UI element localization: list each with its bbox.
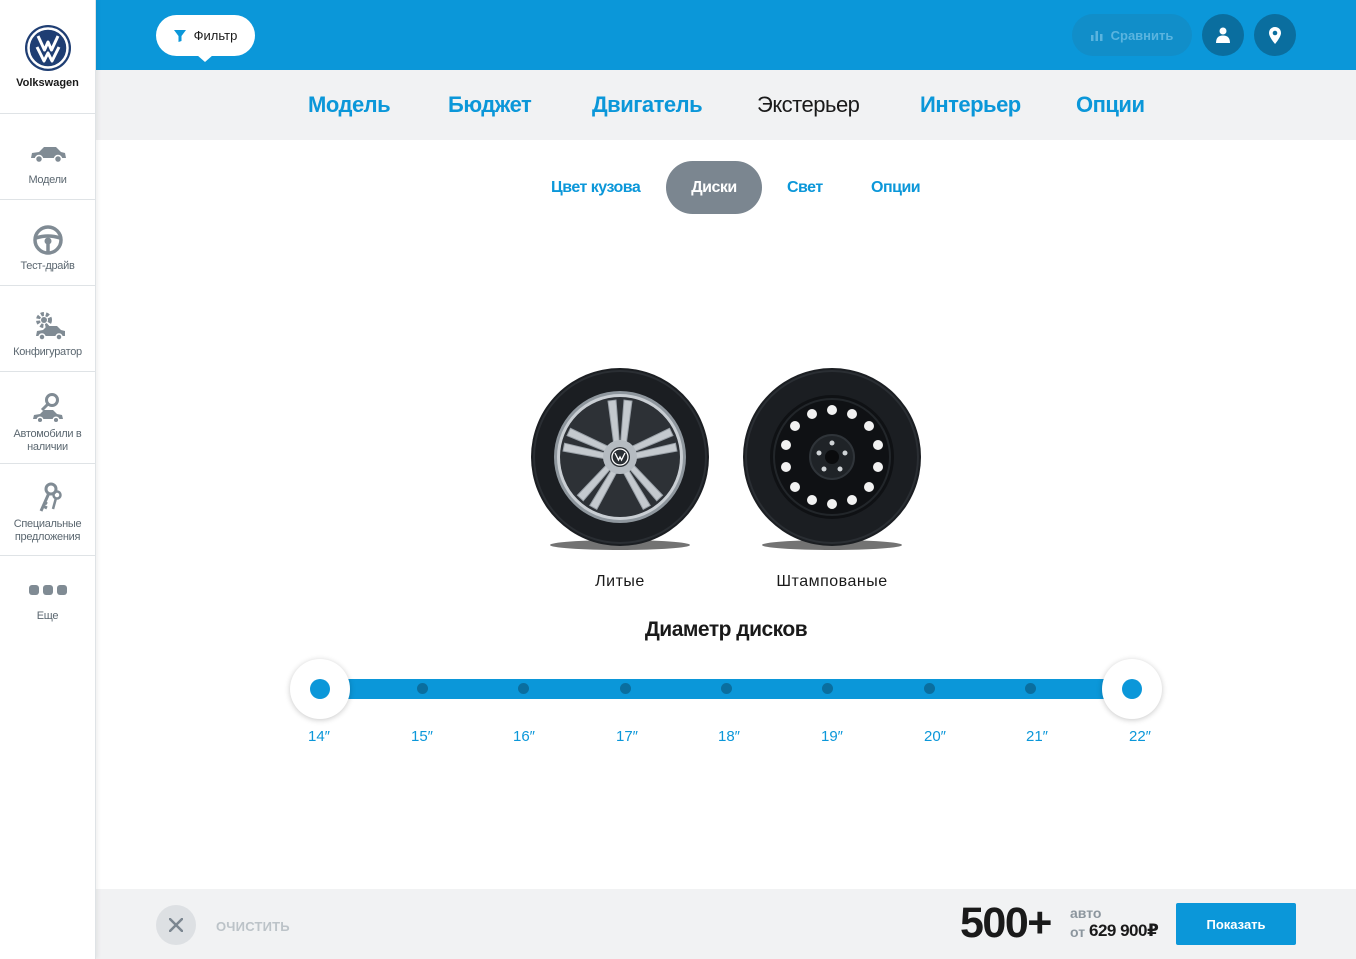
tab-budget[interactable]: Бюджет bbox=[448, 92, 532, 118]
diameter-title: Диаметр дисков bbox=[644, 618, 808, 641]
compare-button[interactable]: Сравнить bbox=[1072, 14, 1192, 56]
result-count: 500+ bbox=[960, 899, 1052, 947]
car-search-icon bbox=[32, 393, 63, 424]
sidebar-item-label: Еще bbox=[36, 610, 59, 622]
sidebar: Volkswagen Модели Тест-драйв Конфигурато… bbox=[0, 0, 96, 959]
sidebar-item-label: Тест-драйв bbox=[20, 260, 75, 272]
location-pin-icon bbox=[1269, 26, 1281, 44]
sidebar-item-in-stock[interactable]: Автомобили в наличии bbox=[0, 372, 95, 464]
slider-tick-label: 17″ bbox=[616, 728, 638, 745]
main-tabs: Модель Бюджет Двигатель Экстерьер Интерь… bbox=[96, 70, 1356, 140]
bar-chart-icon bbox=[1090, 31, 1103, 41]
min-price: 629 900₽ bbox=[1089, 921, 1159, 940]
car-icon bbox=[30, 147, 66, 164]
tab-exterior[interactable]: Экстерьер bbox=[757, 92, 860, 118]
slider-tick-dot[interactable] bbox=[417, 683, 428, 694]
sidebar-item-more[interactable]: Еще bbox=[0, 556, 95, 646]
clear-button[interactable] bbox=[156, 905, 196, 945]
slider-tick-label: 15″ bbox=[411, 728, 433, 745]
vw-logo-icon bbox=[24, 25, 71, 71]
slider-tick-dot[interactable] bbox=[620, 683, 631, 694]
handle-knob bbox=[1122, 679, 1142, 699]
subtab-wheels[interactable]: Диски bbox=[666, 161, 762, 214]
steering-wheel-icon bbox=[32, 225, 63, 255]
sidebar-item-label: Автомобили в наличии bbox=[13, 428, 82, 453]
sidebar-item-label: Конфигуратор bbox=[13, 346, 82, 358]
slider-tick-dot[interactable] bbox=[924, 683, 935, 694]
user-button[interactable] bbox=[1202, 14, 1244, 56]
handle-knob bbox=[310, 679, 330, 699]
wheel-type-label: Литые bbox=[595, 573, 645, 590]
slider-tick-dot[interactable] bbox=[721, 683, 732, 694]
show-results-button[interactable]: Показать bbox=[1176, 903, 1296, 945]
more-dots-icon bbox=[28, 585, 67, 595]
slider-max-handle[interactable] bbox=[1102, 659, 1162, 719]
brand[interactable]: Volkswagen bbox=[0, 0, 95, 114]
slider-min-handle[interactable] bbox=[290, 659, 350, 719]
filter-icon bbox=[173, 29, 186, 42]
tab-interior[interactable]: Интерьер bbox=[920, 92, 1021, 118]
price-prefix: от bbox=[1070, 924, 1086, 940]
result-count-unit: авто bbox=[1070, 905, 1102, 921]
alloy-wheel-icon bbox=[531, 368, 709, 550]
sidebar-item-special-offers[interactable]: Специальные предложения bbox=[0, 464, 95, 556]
sidebar-item-label: Модели bbox=[28, 174, 67, 186]
compare-label: Сравнить bbox=[1110, 27, 1174, 43]
slider-tick-label: 16″ bbox=[513, 728, 535, 745]
wheel-type-label: Штампованые bbox=[776, 573, 888, 590]
location-button[interactable] bbox=[1254, 14, 1296, 56]
sidebar-item-label: Специальные предложения bbox=[13, 518, 82, 543]
subtab-body-color[interactable]: Цвет кузова bbox=[551, 161, 641, 214]
slider-tick-dot[interactable] bbox=[822, 683, 833, 694]
slider-tick-label: 14″ bbox=[308, 728, 330, 745]
gear-car-icon bbox=[35, 312, 65, 341]
wheel-type-steel[interactable]: Штампованые bbox=[732, 363, 932, 591]
steel-wheel-icon bbox=[743, 368, 921, 550]
sidebar-item-configurator[interactable]: Конфигуратор bbox=[0, 286, 95, 372]
tab-options[interactable]: Опции bbox=[1076, 92, 1145, 118]
footer-bar: ОЧИСТИТЬ 500+ авто от 629 900₽ Показать bbox=[96, 889, 1356, 959]
close-icon bbox=[169, 918, 183, 932]
tab-engine[interactable]: Двигатель bbox=[592, 92, 703, 118]
slider-tick-label: 22″ bbox=[1129, 728, 1151, 745]
sidebar-item-test-drive[interactable]: Тест-драйв bbox=[0, 200, 95, 286]
slider-tick-label: 18″ bbox=[718, 728, 740, 745]
slider-tick-label: 21″ bbox=[1026, 728, 1048, 745]
slider-tick-dot[interactable] bbox=[518, 683, 529, 694]
filter-label: Фильтр bbox=[193, 28, 238, 43]
subtab-options[interactable]: Опции bbox=[871, 161, 921, 214]
keys-icon bbox=[39, 482, 62, 512]
subtab-lights[interactable]: Свет bbox=[787, 161, 823, 214]
user-icon bbox=[1216, 27, 1230, 43]
slider-tick-label: 20″ bbox=[924, 728, 946, 745]
brand-name: Volkswagen bbox=[16, 77, 79, 89]
slider-tick-dot[interactable] bbox=[1025, 683, 1036, 694]
tab-model[interactable]: Модель bbox=[308, 92, 391, 118]
slider-tick-label: 19″ bbox=[821, 728, 843, 745]
sidebar-item-models[interactable]: Модели bbox=[0, 114, 95, 200]
clear-label[interactable]: ОЧИСТИТЬ bbox=[216, 919, 290, 934]
wheel-type-alloy[interactable]: Литые bbox=[520, 363, 720, 591]
top-bar: Фильтр Сравнить bbox=[96, 0, 1356, 70]
filter-button[interactable]: Фильтр bbox=[156, 15, 255, 62]
